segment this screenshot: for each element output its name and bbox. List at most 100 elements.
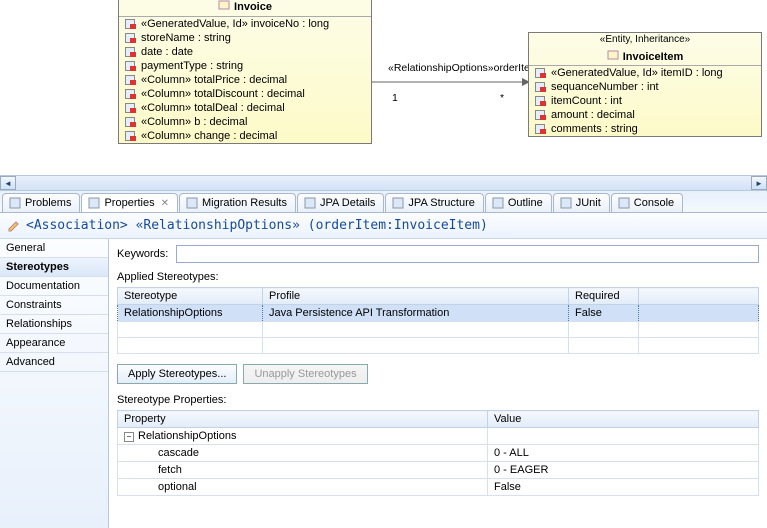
tab-icon (88, 197, 100, 209)
sidebar-item-advanced[interactable]: Advanced (0, 353, 108, 372)
cell: cascade (118, 445, 488, 462)
table-row[interactable] (118, 322, 759, 338)
tab-icon (9, 197, 21, 209)
sidebar-item-general[interactable]: General (0, 239, 108, 258)
col-value[interactable]: Value (488, 411, 759, 428)
tab-label: Outline (508, 197, 543, 209)
stereotype-properties-label: Stereotype Properties: (117, 394, 759, 406)
property-category-sidebar: GeneralStereotypesDocumentationConstrain… (0, 239, 109, 528)
table-row[interactable]: −RelationshipOptions (118, 428, 759, 445)
scroll-right-arrow[interactable]: ► (751, 176, 767, 190)
collapse-icon[interactable]: − (124, 432, 134, 442)
tab-icon (560, 197, 572, 209)
attribute-text: «Column» totalDiscount : decimal (141, 88, 305, 100)
attribute-text: paymentType : string (141, 60, 243, 72)
sidebar-item-stereotypes[interactable]: Stereotypes (0, 258, 108, 277)
col-required[interactable]: Required (569, 288, 639, 305)
class-box-invoice[interactable]: Invoice «GeneratedValue, Id» invoiceNo :… (118, 0, 372, 144)
class-box-invoiceitem[interactable]: «Entity, Inheritance» InvoiceItem «Gener… (528, 32, 762, 137)
tab-jpa-details[interactable]: JPA Details (297, 193, 384, 212)
property-main-panel: Keywords: Applied Stereotypes: Stereotyp… (109, 239, 767, 528)
cell: False (569, 305, 639, 322)
attribute-row[interactable]: «GeneratedValue, Id» invoiceNo : long (119, 17, 371, 31)
col-stereotype[interactable]: Stereotype (118, 288, 263, 305)
attribute-row[interactable]: «Column» totalPrice : decimal (119, 73, 371, 87)
attribute-row[interactable]: comments : string (529, 122, 761, 136)
tab-icon (186, 197, 198, 209)
tab-outline[interactable]: Outline (485, 193, 552, 212)
attribute-row[interactable]: sequanceNumber : int (529, 80, 761, 94)
attribute-text: date : date (141, 46, 193, 58)
attribute-icon (125, 89, 137, 99)
attribute-icon (535, 68, 547, 78)
tab-label: Console (634, 197, 674, 209)
scroll-left-arrow[interactable]: ◄ (0, 176, 16, 190)
attribute-row[interactable]: «GeneratedValue, Id» itemID : long (529, 66, 761, 80)
attribute-text: «GeneratedValue, Id» itemID : long (551, 67, 723, 79)
tab-icon (392, 197, 404, 209)
attribute-row[interactable]: «Column» change : decimal (119, 129, 371, 143)
apply-stereotypes-button[interactable]: Apply Stereotypes... (117, 364, 237, 384)
sidebar-item-constraints[interactable]: Constraints (0, 296, 108, 315)
attribute-text: comments : string (551, 123, 638, 135)
unapply-stereotypes-button[interactable]: Unapply Stereotypes (243, 364, 367, 384)
attribute-row[interactable]: itemCount : int (529, 94, 761, 108)
cell: Java Persistence API Transformation (263, 305, 569, 322)
tab-label: Properties (104, 197, 154, 209)
tab-icon (304, 197, 316, 209)
table-row[interactable]: RelationshipOptions Java Persistence API… (118, 305, 759, 322)
class-name: Invoice (234, 1, 272, 13)
attribute-row[interactable]: «Column» totalDiscount : decimal (119, 87, 371, 101)
tab-label: JUnit (576, 197, 601, 209)
relationship-label[interactable]: «RelationshipOptions»orderItem (388, 62, 539, 74)
cell (639, 305, 759, 322)
attribute-row[interactable]: date : date (119, 45, 371, 59)
attribute-text: storeName : string (141, 32, 231, 44)
tab-problems[interactable]: Problems (2, 193, 80, 212)
tab-icon (492, 197, 504, 209)
tab-label: JPA Structure (408, 197, 474, 209)
selection-title: <Association> «RelationshipOptions» (ord… (26, 218, 488, 233)
horizontal-scrollbar[interactable]: ◄ ► (0, 175, 767, 191)
scroll-track[interactable] (16, 176, 751, 190)
multiplicity-source: 1 (392, 92, 398, 104)
col-blank (639, 288, 759, 305)
uml-diagram-canvas[interactable]: «RelationshipOptions»orderItem 1 * Invoi… (0, 0, 767, 175)
attribute-text: «Column» totalDeal : decimal (141, 102, 285, 114)
applied-stereotypes-table[interactable]: Stereotype Profile Required Relationship… (117, 287, 759, 354)
cell: 0 - EAGER (488, 462, 759, 479)
table-row[interactable]: fetch 0 - EAGER (118, 462, 759, 479)
cell: fetch (118, 462, 488, 479)
multiplicity-target: * (500, 92, 504, 104)
table-row[interactable]: cascade 0 - ALL (118, 445, 759, 462)
cell: False (488, 479, 759, 496)
tab-console[interactable]: Console (611, 193, 683, 212)
cell (488, 428, 759, 445)
close-icon[interactable]: ✕ (161, 198, 169, 209)
col-property[interactable]: Property (118, 411, 488, 428)
attribute-row[interactable]: «Column» b : decimal (119, 115, 371, 129)
attribute-row[interactable]: amount : decimal (529, 108, 761, 122)
sidebar-item-appearance[interactable]: Appearance (0, 334, 108, 353)
attribute-icon (125, 131, 137, 141)
attribute-row[interactable]: paymentType : string (119, 59, 371, 73)
tab-jpa-structure[interactable]: JPA Structure (385, 193, 483, 212)
keywords-label: Keywords: (117, 248, 168, 260)
attribute-row[interactable]: «Column» totalDeal : decimal (119, 101, 371, 115)
table-row[interactable]: optional False (118, 479, 759, 496)
col-profile[interactable]: Profile (263, 288, 569, 305)
tab-migration-results[interactable]: Migration Results (179, 193, 296, 212)
attribute-text: «Column» totalPrice : decimal (141, 74, 287, 86)
attribute-icon (535, 96, 547, 106)
tab-junit[interactable]: JUnit (553, 193, 610, 212)
sidebar-item-documentation[interactable]: Documentation (0, 277, 108, 296)
edit-icon (8, 220, 20, 232)
keywords-input[interactable] (176, 245, 759, 263)
sidebar-item-relationships[interactable]: Relationships (0, 315, 108, 334)
attribute-text: «Column» change : decimal (141, 130, 277, 142)
table-row[interactable] (118, 338, 759, 354)
tab-properties[interactable]: Properties ✕ (81, 193, 178, 212)
attribute-row[interactable]: storeName : string (119, 31, 371, 45)
attribute-icon (125, 19, 137, 29)
stereotype-properties-table[interactable]: Property Value −RelationshipOptions casc… (117, 410, 759, 496)
